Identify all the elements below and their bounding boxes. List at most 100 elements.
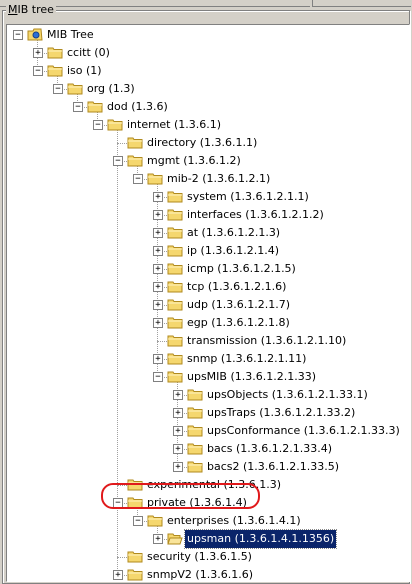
expand-toggle[interactable]: + bbox=[153, 534, 163, 544]
tree-node[interactable]: − iso (1) bbox=[7, 62, 407, 80]
folder-open-icon bbox=[167, 532, 183, 545]
expand-toggle[interactable]: + bbox=[113, 570, 123, 580]
tree-node[interactable]: − internet (1.3.6.1) bbox=[7, 116, 407, 134]
tree-node-label[interactable]: upsConformance (1.3.6.1.2.1.33.3) bbox=[205, 422, 402, 440]
tree-node[interactable]: + interfaces (1.3.6.1.2.1.2) bbox=[7, 206, 407, 224]
folder-icon bbox=[167, 262, 183, 275]
expand-toggle[interactable]: + bbox=[153, 300, 163, 310]
expand-toggle[interactable]: + bbox=[153, 192, 163, 202]
tree-node-label[interactable]: internet (1.3.6.1) bbox=[125, 116, 223, 134]
tree-node[interactable]: + snmp (1.3.6.1.2.1.11) bbox=[7, 350, 407, 368]
collapse-toggle[interactable]: − bbox=[133, 516, 143, 526]
tree-node[interactable]: − upsMIB (1.3.6.1.2.1.33) bbox=[7, 368, 407, 386]
expand-toggle[interactable]: + bbox=[153, 282, 163, 292]
tree-node[interactable]: directory (1.3.6.1.1) bbox=[7, 134, 407, 152]
expand-toggle[interactable]: + bbox=[173, 444, 183, 454]
folder-icon bbox=[187, 442, 203, 455]
collapse-toggle[interactable]: − bbox=[13, 30, 23, 40]
tree-node-label[interactable]: iso (1) bbox=[65, 62, 104, 80]
tree-node[interactable]: + bacs2 (1.3.6.1.2.1.33.5) bbox=[7, 458, 407, 476]
tree-node-label[interactable]: enterprises (1.3.6.1.4.1) bbox=[165, 512, 303, 530]
tree-node-label[interactable]: directory (1.3.6.1.1) bbox=[145, 134, 259, 152]
folder-icon bbox=[107, 118, 123, 131]
tree-node[interactable]: + ip (1.3.6.1.2.1.4) bbox=[7, 242, 407, 260]
tree-node-label[interactable]: MIB Tree bbox=[45, 26, 96, 44]
highlight-ring-annotation bbox=[101, 483, 260, 509]
expand-toggle[interactable]: + bbox=[153, 318, 163, 328]
tree-node-label[interactable]: upsman (1.3.6.1.4.1.1356) bbox=[183, 529, 338, 549]
folder-icon bbox=[187, 424, 203, 437]
tree-node[interactable]: + ccitt (0) bbox=[7, 44, 407, 62]
tree-node-label[interactable]: mgmt (1.3.6.1.2) bbox=[145, 152, 243, 170]
folder-icon bbox=[47, 64, 63, 77]
collapse-toggle[interactable]: − bbox=[33, 66, 43, 76]
tree-node[interactable]: + bacs (1.3.6.1.2.1.33.4) bbox=[7, 440, 407, 458]
tree-node-label[interactable]: tcp (1.3.6.1.2.1.6) bbox=[185, 278, 288, 296]
collapse-toggle[interactable]: − bbox=[153, 372, 163, 382]
tree-node[interactable]: − mib-2 (1.3.6.1.2.1) bbox=[7, 170, 407, 188]
tree-node[interactable]: − MIB Tree bbox=[7, 26, 407, 44]
expand-toggle[interactable]: + bbox=[153, 246, 163, 256]
tree-node[interactable]: + tcp (1.3.6.1.2.1.6) bbox=[7, 278, 407, 296]
tree-node-label[interactable]: ip (1.3.6.1.2.1.4) bbox=[185, 242, 281, 260]
folder-icon bbox=[127, 136, 143, 149]
tree-node-label[interactable]: mib-2 (1.3.6.1.2.1) bbox=[165, 170, 272, 188]
expand-toggle[interactable]: + bbox=[173, 462, 183, 472]
panel-title: MIB tree bbox=[6, 3, 56, 17]
tree-node[interactable]: + snmpV2 (1.3.6.1.6) bbox=[7, 566, 407, 581]
collapse-toggle[interactable]: − bbox=[113, 156, 123, 166]
tree-node-label[interactable]: icmp (1.3.6.1.2.1.5) bbox=[185, 260, 298, 278]
tree-node-label[interactable]: interfaces (1.3.6.1.2.1.2) bbox=[185, 206, 326, 224]
folder-icon bbox=[87, 100, 103, 113]
tree-node-label[interactable]: upsTraps (1.3.6.1.2.1.33.2) bbox=[205, 404, 357, 422]
tree-node-label[interactable]: dod (1.3.6) bbox=[105, 98, 170, 116]
tree-node-label[interactable]: org (1.3) bbox=[85, 80, 137, 98]
tree-node[interactable]: − org (1.3) bbox=[7, 80, 407, 98]
folder-icon bbox=[167, 370, 183, 383]
folder-icon bbox=[167, 280, 183, 293]
expand-toggle[interactable]: + bbox=[153, 210, 163, 220]
collapse-toggle[interactable]: − bbox=[53, 84, 63, 94]
tree-node[interactable]: transmission (1.3.6.1.2.1.10) bbox=[7, 332, 407, 350]
tree-node-label[interactable]: ccitt (0) bbox=[65, 44, 112, 62]
tree-node-label[interactable]: upsMIB (1.3.6.1.2.1.33) bbox=[185, 368, 318, 386]
expand-toggle[interactable]: + bbox=[153, 264, 163, 274]
tree-node-label[interactable]: bacs2 (1.3.6.1.2.1.33.5) bbox=[205, 458, 341, 476]
tree-node[interactable]: + udp (1.3.6.1.2.1.7) bbox=[7, 296, 407, 314]
tree-node-label[interactable]: udp (1.3.6.1.2.1.7) bbox=[185, 296, 292, 314]
tree-node[interactable]: − dod (1.3.6) bbox=[7, 98, 407, 116]
expand-toggle[interactable]: + bbox=[173, 390, 183, 400]
expand-toggle[interactable]: + bbox=[33, 48, 43, 58]
tree-node-label[interactable]: egp (1.3.6.1.2.1.8) bbox=[185, 314, 292, 332]
folder-icon bbox=[187, 388, 203, 401]
tree-node[interactable]: + at (1.3.6.1.2.1.3) bbox=[7, 224, 407, 242]
tree-node-label[interactable]: snmp (1.3.6.1.2.1.11) bbox=[185, 350, 308, 368]
tree-node-label[interactable]: upsObjects (1.3.6.1.2.1.33.1) bbox=[205, 386, 370, 404]
tree-node[interactable]: + upsConformance (1.3.6.1.2.1.33.3) bbox=[7, 422, 407, 440]
tree-node[interactable]: + icmp (1.3.6.1.2.1.5) bbox=[7, 260, 407, 278]
expand-toggle[interactable]: + bbox=[153, 228, 163, 238]
tree-node[interactable]: + egp (1.3.6.1.2.1.8) bbox=[7, 314, 407, 332]
tree-node-label[interactable]: at (1.3.6.1.2.1.3) bbox=[185, 224, 282, 242]
tree-node[interactable]: + upsObjects (1.3.6.1.2.1.33.1) bbox=[7, 386, 407, 404]
collapse-toggle[interactable]: − bbox=[73, 102, 83, 112]
tree-node[interactable]: + system (1.3.6.1.2.1.1) bbox=[7, 188, 407, 206]
tree-node-label[interactable]: snmpV2 (1.3.6.1.6) bbox=[145, 566, 255, 581]
tree-node[interactable]: + upsman (1.3.6.1.4.1.1356) bbox=[7, 529, 407, 549]
collapse-toggle[interactable]: − bbox=[133, 174, 143, 184]
tree-node-label[interactable]: transmission (1.3.6.1.2.1.10) bbox=[185, 332, 348, 350]
expand-toggle[interactable]: + bbox=[173, 408, 183, 418]
panel-title-accel: M bbox=[8, 3, 18, 16]
tree-node[interactable]: security (1.3.6.1.5) bbox=[7, 548, 407, 566]
top-splitter bbox=[0, 0, 412, 8]
tree-node-label[interactable]: system (1.3.6.1.2.1.1) bbox=[185, 188, 311, 206]
tree-node-label[interactable]: bacs (1.3.6.1.2.1.33.4) bbox=[205, 440, 334, 458]
expand-toggle[interactable]: + bbox=[173, 426, 183, 436]
collapse-toggle[interactable]: − bbox=[93, 120, 103, 130]
expand-toggle[interactable]: + bbox=[153, 354, 163, 364]
tree-node[interactable]: − mgmt (1.3.6.1.2) bbox=[7, 152, 407, 170]
tree-node[interactable]: − enterprises (1.3.6.1.4.1) bbox=[7, 512, 407, 530]
tree-node-label[interactable]: security (1.3.6.1.5) bbox=[145, 548, 254, 566]
tree-node[interactable]: + upsTraps (1.3.6.1.2.1.33.2) bbox=[7, 404, 407, 422]
folder-icon bbox=[167, 208, 183, 221]
